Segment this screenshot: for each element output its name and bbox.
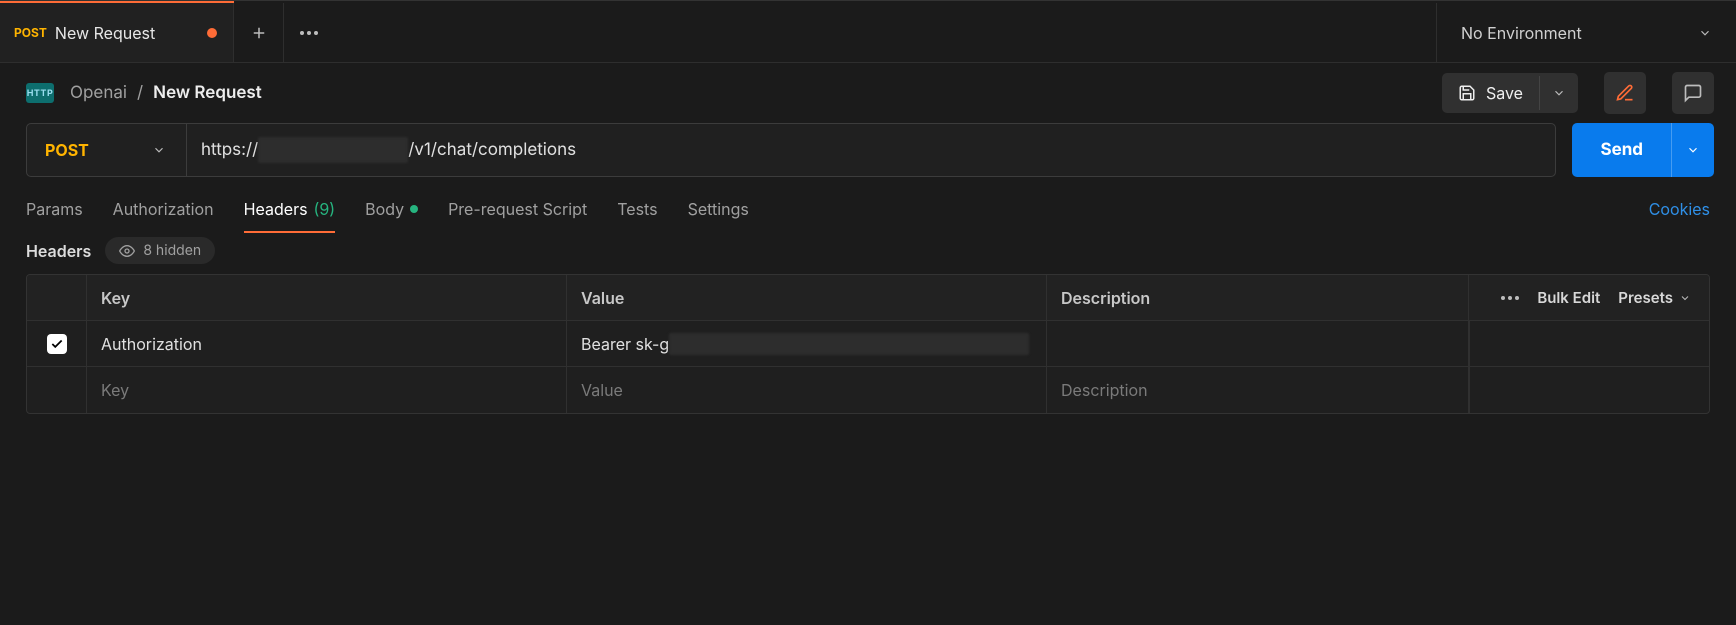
save-label: Save — [1486, 83, 1523, 103]
http-collection-icon: HTTP — [26, 83, 54, 103]
row-key: Authorization — [101, 334, 202, 354]
comment-icon — [1683, 83, 1703, 103]
presets-dropdown[interactable]: Presets — [1618, 288, 1691, 307]
comments-button[interactable] — [1672, 72, 1714, 114]
send-label: Send — [1600, 140, 1643, 160]
key-placeholder: Key — [101, 380, 129, 400]
new-tab-button[interactable] — [234, 3, 284, 62]
environment-label: No Environment — [1461, 23, 1582, 43]
chevron-down-icon — [1698, 26, 1712, 40]
save-dropdown[interactable] — [1539, 76, 1578, 110]
workspace-header: HTTP Openai / New Request Save — [0, 63, 1736, 123]
description-placeholder: Description — [1061, 380, 1148, 400]
col-actions: Bulk Edit Presets — [1469, 275, 1709, 320]
body-indicator-dot-icon — [410, 205, 418, 213]
row-description-cell[interactable] — [1047, 321, 1469, 366]
tab-more-button[interactable] — [284, 3, 334, 62]
new-value-input[interactable]: Value — [567, 367, 1047, 413]
row-actions-cell — [1469, 367, 1709, 413]
chevron-down-icon — [152, 143, 166, 157]
bulk-edit-link[interactable]: Bulk Edit — [1537, 288, 1600, 307]
url-suffix: /v1/chat/completions — [408, 140, 576, 160]
headers-section: Headers 8 hidden Key Value Description B… — [0, 233, 1736, 414]
tab-headers[interactable]: Headers (9) — [244, 199, 336, 233]
send-button-group: Send — [1572, 123, 1714, 177]
send-dropdown[interactable] — [1671, 123, 1714, 177]
chevron-down-icon — [1686, 143, 1700, 157]
url-box: POST https:// /v1/chat/completions — [26, 123, 1556, 177]
col-value: Value — [567, 275, 1047, 320]
tab-pre-request-script[interactable]: Pre-request Script — [448, 199, 587, 233]
row-checkbox-cell — [27, 367, 87, 413]
tab-authorization[interactable]: Authorization — [113, 199, 214, 233]
hidden-count-label: 8 hidden — [143, 242, 201, 259]
tab-params[interactable]: Params — [26, 199, 83, 233]
environment-selector[interactable]: No Environment — [1436, 3, 1736, 62]
headers-table-header: Key Value Description Bulk Edit Presets — [27, 275, 1709, 321]
method-label: POST — [45, 140, 89, 160]
chevron-down-icon — [1552, 86, 1566, 100]
row-actions-cell — [1469, 321, 1709, 366]
headers-section-header: Headers 8 hidden — [26, 237, 1710, 264]
headers-count: (9) — [314, 199, 336, 219]
tab-tests[interactable]: Tests — [617, 199, 657, 233]
breadcrumb: Openai / New Request — [70, 83, 262, 103]
value-placeholder: Value — [581, 380, 623, 400]
table-row: Authorization Bearer sk-g — [27, 321, 1709, 367]
eye-icon — [119, 243, 135, 259]
more-horizontal-icon — [300, 31, 318, 35]
new-description-input[interactable]: Description — [1047, 367, 1469, 413]
presets-label: Presets — [1618, 288, 1673, 307]
row-value-prefix: Bearer sk-g — [581, 334, 669, 354]
headers-title: Headers — [26, 241, 91, 261]
row-checkbox[interactable] — [47, 334, 67, 354]
check-icon — [50, 337, 64, 351]
col-key: Key — [87, 275, 567, 320]
hidden-headers-toggle[interactable]: 8 hidden — [105, 237, 215, 264]
cookies-link[interactable]: Cookies — [1649, 199, 1710, 233]
method-selector[interactable]: POST — [27, 124, 187, 176]
table-row-new: Key Value Description — [27, 367, 1709, 413]
tab-method-badge: POST — [14, 25, 47, 40]
pencil-icon — [1615, 83, 1635, 103]
row-checkbox-cell — [27, 321, 87, 366]
save-icon — [1458, 84, 1476, 102]
row-key-cell[interactable]: Authorization — [87, 321, 567, 366]
breadcrumb-current: New Request — [153, 83, 262, 103]
url-input[interactable]: https:// /v1/chat/completions — [187, 124, 1555, 176]
unsaved-dot-icon — [207, 28, 217, 38]
more-horizontal-icon[interactable] — [1501, 296, 1519, 300]
save-button[interactable]: Save — [1442, 73, 1539, 113]
col-checkbox — [27, 275, 87, 320]
tab-title: New Request — [55, 23, 155, 43]
url-prefix: https:// — [201, 140, 258, 160]
tab-settings[interactable]: Settings — [688, 199, 749, 233]
tab-bar: POST New Request No Environment — [0, 3, 1736, 63]
headers-table: Key Value Description Bulk Edit Presets … — [26, 274, 1710, 414]
url-bar: POST https:// /v1/chat/completions Send — [0, 123, 1736, 177]
redacted-token — [669, 333, 1029, 355]
row-value-cell[interactable]: Bearer sk-g — [567, 321, 1047, 366]
edit-button[interactable] — [1604, 72, 1646, 114]
breadcrumb-workspace[interactable]: Openai — [70, 83, 127, 103]
tab-new-request[interactable]: POST New Request — [0, 3, 234, 62]
request-tabs: Params Authorization Headers (9) Body Pr… — [0, 177, 1736, 233]
tab-body[interactable]: Body — [365, 199, 418, 233]
send-button[interactable]: Send — [1572, 123, 1671, 177]
redacted-host — [258, 137, 408, 163]
save-button-group: Save — [1442, 73, 1578, 113]
col-description: Description — [1047, 275, 1469, 320]
breadcrumb-separator: / — [137, 83, 143, 103]
new-key-input[interactable]: Key — [87, 367, 567, 413]
chevron-down-icon — [1679, 292, 1691, 304]
